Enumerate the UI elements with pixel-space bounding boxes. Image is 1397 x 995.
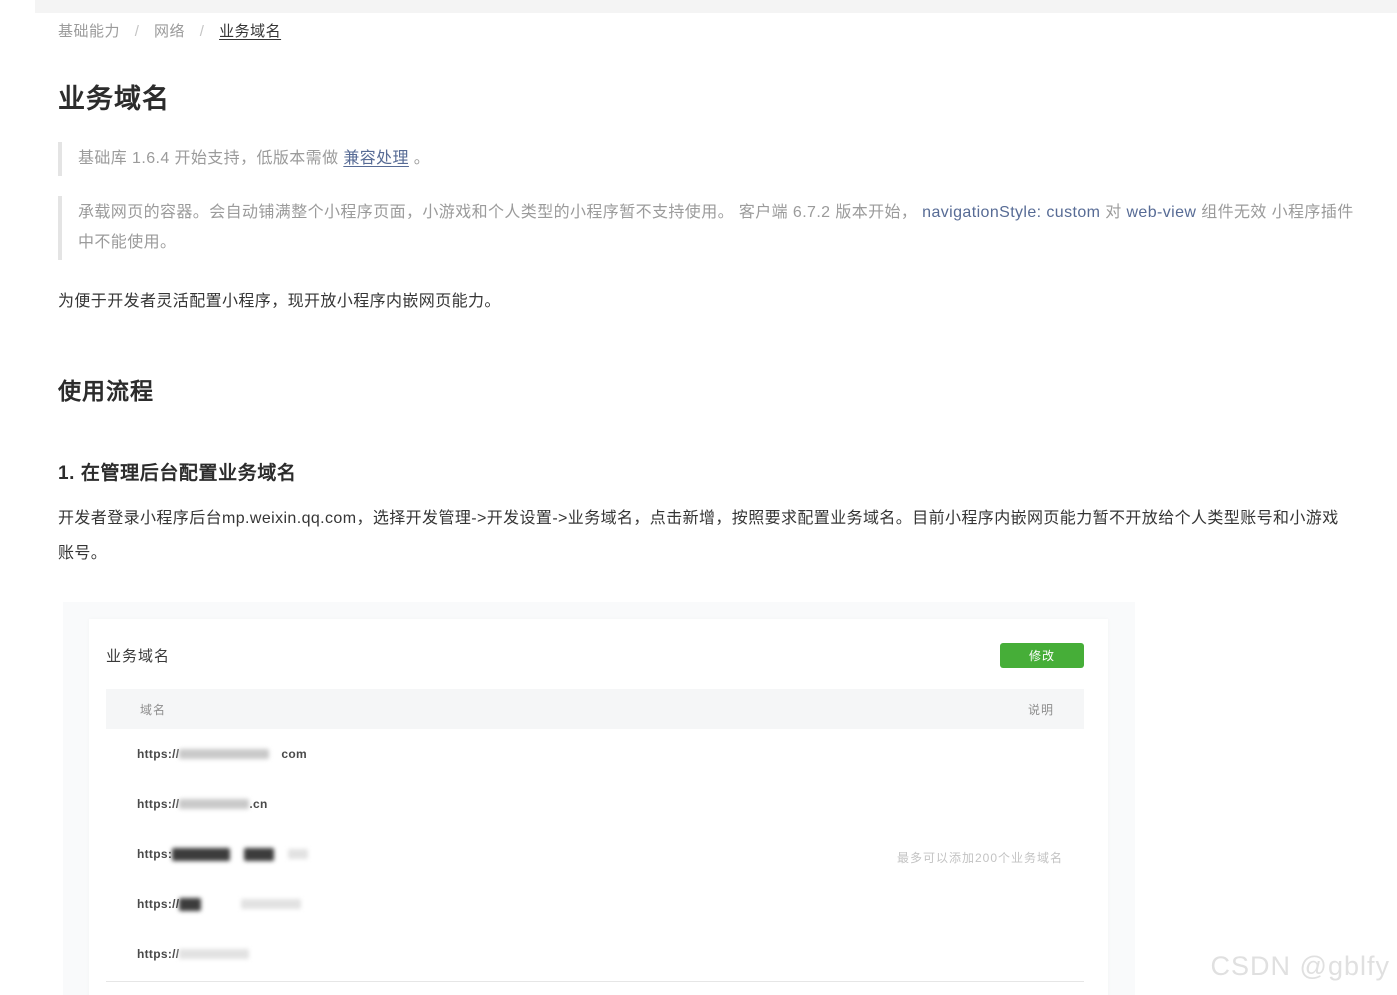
navigation-style-link[interactable]: navigationStyle: custom	[922, 204, 1100, 221]
support-note-tail: 。	[409, 150, 430, 167]
redacted-domain	[172, 848, 230, 861]
column-header-domain: 域名	[106, 701, 166, 718]
domain-prefix: https://	[137, 747, 179, 761]
web-view-link[interactable]: web-view	[1126, 204, 1196, 221]
redacted-domain	[179, 898, 201, 911]
description-note: 承载网页的容器。会自动铺满整个小程序页面，小游戏和个人类型的小程序暂不支持使用。…	[58, 196, 1363, 260]
modify-button[interactable]: 修改	[1000, 643, 1084, 668]
domain-panel: 业务域名 修改 域名 说明 https:// com https://	[89, 619, 1108, 995]
domain-prefix: https://	[137, 947, 179, 961]
admin-screenshot: 业务域名 修改 域名 说明 https:// com https://	[63, 602, 1135, 995]
limit-note: 最多可以添加200个业务域名	[897, 849, 1063, 866]
domain-prefix: https://	[137, 797, 179, 811]
support-note: 基础库 1.6.4 开始支持，低版本需做 兼容处理 。	[58, 142, 1363, 176]
top-strip	[35, 0, 1397, 13]
breadcrumb: 基础能力 / 网络 / 业务域名	[58, 20, 1348, 41]
column-header-description: 说明	[1028, 701, 1084, 718]
step-paragraph: 开发者登录小程序后台mp.weixin.qq.com，选择开发管理->开发设置-…	[58, 501, 1343, 571]
breadcrumb-item-current[interactable]: 业务域名	[219, 23, 281, 40]
domain-suffix: com	[281, 747, 307, 761]
breadcrumb-separator: /	[135, 23, 140, 40]
domain-suffix: .cn	[249, 797, 267, 811]
intro-paragraph: 为便于开发者灵活配置小程序，现开放小程序内嵌网页能力。	[58, 290, 1348, 314]
redacted-domain	[244, 848, 274, 861]
redacted-domain	[288, 849, 308, 859]
description-note-text-1: 承载网页的容器。会自动铺满整个小程序页面，小游戏和个人类型的小程序暂不支持使用。…	[78, 204, 922, 221]
page: 基础能力 / 网络 / 业务域名 业务域名 基础库 1.6.4 开始支持，低版本…	[0, 0, 1397, 995]
table-row: https://	[106, 929, 1084, 979]
section-title: 使用流程	[58, 372, 1348, 406]
redacted-domain	[179, 749, 269, 759]
page-title: 业务域名	[58, 77, 1348, 116]
table-row: https:// com	[106, 729, 1084, 779]
table-header: 域名 说明	[106, 689, 1084, 729]
step-title: 1. 在管理后台配置业务域名	[58, 458, 1348, 485]
domain-prefix: https:	[137, 847, 172, 861]
support-note-text: 基础库 1.6.4 开始支持，低版本需做	[78, 150, 343, 167]
doc-content: 基础能力 / 网络 / 业务域名 业务域名 基础库 1.6.4 开始支持，低版本…	[58, 20, 1348, 995]
panel-title: 业务域名	[106, 645, 170, 666]
panel-header: 业务域名 修改	[106, 641, 1084, 669]
table-row: https:// .cn	[106, 779, 1084, 829]
breadcrumb-separator: /	[200, 23, 205, 40]
csdn-watermark: CSDN @gblfy	[1211, 951, 1390, 982]
breadcrumb-item-network[interactable]: 网络	[154, 23, 185, 40]
table-row: https://	[106, 879, 1084, 929]
table-divider	[106, 981, 1084, 982]
breadcrumb-item-basic-capability[interactable]: 基础能力	[58, 23, 120, 40]
redacted-domain	[179, 799, 249, 809]
redacted-domain	[179, 949, 249, 959]
compatibility-link[interactable]: 兼容处理	[343, 150, 409, 167]
domain-prefix: https://	[137, 897, 179, 911]
description-note-text-2: 对	[1100, 204, 1126, 221]
redacted-domain	[241, 899, 301, 909]
